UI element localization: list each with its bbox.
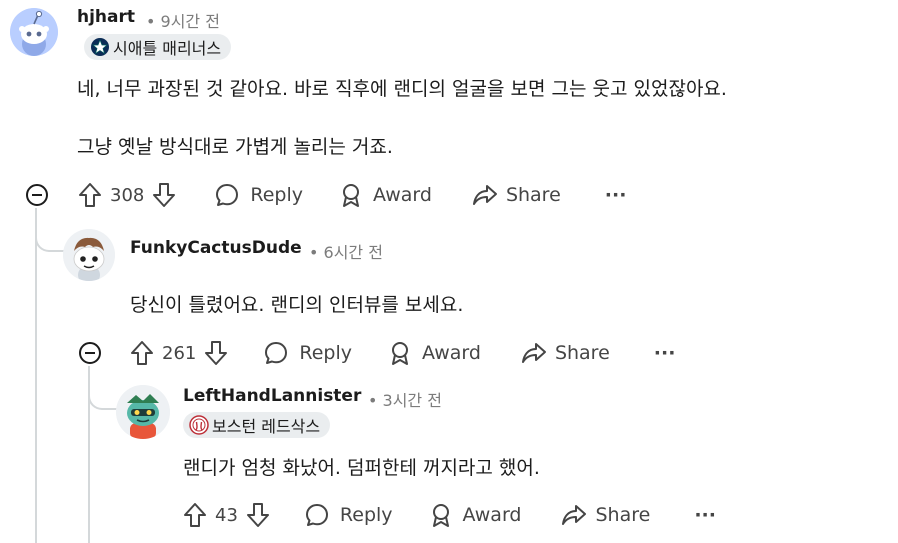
- more-options-button[interactable]: ···: [654, 342, 676, 364]
- vote-count: 261: [162, 342, 197, 364]
- reply-label: Reply: [339, 504, 393, 526]
- comment-2-actions: 261 Reply Award Share ···: [130, 336, 675, 370]
- award-label: Award: [372, 184, 432, 206]
- more-options-button[interactable]: ···: [694, 504, 716, 526]
- snoo-avatar-icon: [10, 8, 58, 56]
- award-label: Award: [462, 504, 522, 526]
- comment-bubble-icon: [216, 184, 239, 206]
- reply-label: Reply: [250, 184, 303, 206]
- share-button[interactable]: Share: [521, 341, 610, 365]
- comment-2-username[interactable]: FunkyCactusDude: [130, 238, 302, 258]
- downvote-icon[interactable]: [152, 182, 176, 208]
- comment-3-actions: 43 Reply Award Share ···: [183, 498, 716, 532]
- upvote-icon[interactable]: [130, 340, 154, 366]
- thread-line-1: [35, 208, 37, 543]
- award-button[interactable]: Award: [339, 182, 432, 208]
- share-label: Share: [554, 342, 610, 364]
- vote-count: 308: [110, 184, 145, 206]
- comment-3-flair: 보스턴 레드삭스: [183, 412, 331, 438]
- more-options-icon: ···: [694, 504, 716, 526]
- comment-1-actions: 308 Reply Award Share ···: [78, 178, 626, 212]
- share-label: Share: [595, 504, 651, 526]
- avatar-funkycactusdude[interactable]: [63, 229, 115, 281]
- seattle-mariners-star-icon: [90, 37, 110, 57]
- reply-button[interactable]: Reply: [214, 182, 303, 208]
- award-button[interactable]: Award: [429, 502, 522, 528]
- snoo-avatar-icon: [63, 229, 115, 281]
- award-ribbon-icon: [342, 184, 359, 207]
- thread-branch-1: [35, 208, 67, 252]
- comment-2-timestamp: • 6시간 전: [309, 243, 383, 262]
- reply-button[interactable]: Reply: [263, 340, 352, 366]
- snoo-avatar-icon: [116, 385, 170, 439]
- more-options-icon: ···: [604, 184, 627, 206]
- comment-1-timestamp: • 9시간 전: [146, 12, 220, 31]
- award-button[interactable]: Award: [388, 340, 481, 366]
- upvote-icon[interactable]: [78, 182, 102, 208]
- comment-3-line-1: 랜디가 엄청 화났어. 덤퍼한테 꺼지라고 했어.: [183, 457, 540, 479]
- award-label: Award: [421, 342, 481, 364]
- reply-button[interactable]: Reply: [304, 502, 393, 528]
- upvote-icon[interactable]: [183, 502, 207, 528]
- collapse-thread-button[interactable]: [79, 342, 101, 364]
- share-label: Share: [505, 184, 561, 206]
- comment-3-username[interactable]: LeftHandLannister: [183, 386, 361, 406]
- share-button[interactable]: Share: [472, 183, 561, 207]
- flair-label: 시애틀 매리너스: [113, 39, 222, 58]
- thread-branch-2: [88, 366, 118, 410]
- comment-1-username[interactable]: hjhart: [77, 7, 135, 27]
- award-ribbon-icon: [432, 504, 449, 527]
- avatar-lefthandlannister[interactable]: [116, 385, 170, 439]
- boston-red-sox-icon: [189, 415, 209, 435]
- more-options-button[interactable]: ···: [605, 184, 627, 206]
- collapse-thread-button[interactable]: [26, 184, 48, 206]
- reply-label: Reply: [299, 342, 352, 364]
- flair-label: 보스턴 레드삭스: [212, 417, 321, 436]
- downvote-icon[interactable]: [204, 340, 228, 366]
- share-button[interactable]: Share: [561, 503, 650, 527]
- comment-3-timestamp: • 3시간 전: [368, 391, 442, 410]
- comment-bubble-icon: [305, 504, 328, 526]
- share-arrow-icon: [521, 343, 546, 363]
- comment-2-line-1: 당신이 틀렸어요. 랜디의 인터뷰를 보세요.: [130, 294, 464, 316]
- share-arrow-icon: [472, 185, 497, 205]
- award-ribbon-icon: [391, 342, 408, 365]
- share-arrow-icon: [562, 505, 587, 525]
- comment-1-flair: 시애틀 매리너스: [84, 34, 232, 60]
- more-options-icon: ···: [653, 342, 676, 364]
- downvote-icon[interactable]: [246, 502, 270, 528]
- vote-count: 43: [215, 504, 238, 526]
- avatar-hjhart[interactable]: [10, 8, 58, 56]
- comment-bubble-icon: [265, 342, 288, 364]
- comment-1-line-1: 네, 너무 과장된 것 같아요. 바로 직후에 랜디의 얼굴을 보면 그는 웃고…: [77, 78, 727, 100]
- comment-1-line-2: 그냥 옛날 방식대로 가볍게 놀리는 거죠.: [77, 136, 393, 158]
